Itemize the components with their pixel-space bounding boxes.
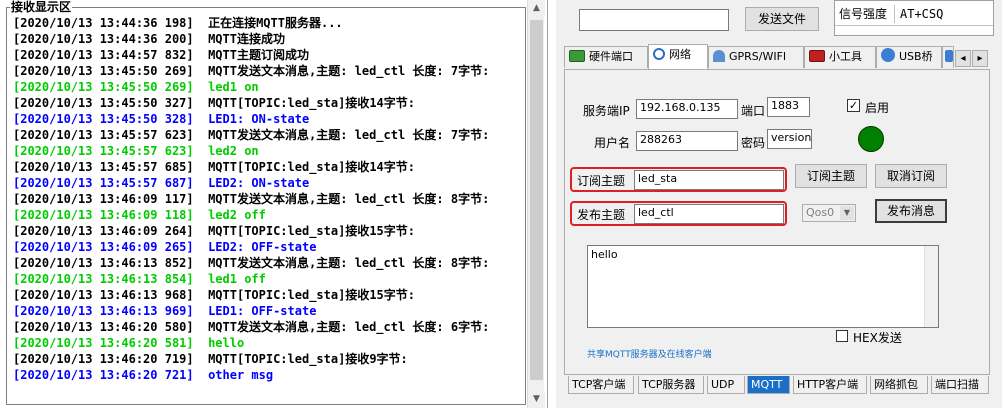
tab-network-label: 网络 [669, 48, 691, 61]
send-file-button[interactable]: 发送文件 [745, 7, 819, 31]
server-ip-label: 服务端IP [583, 104, 630, 118]
log-line: [2020/10/13 13:46:09 265] LED2: OFF-stat… [13, 240, 317, 254]
log-line: [2020/10/13 13:46:20 581] hello [13, 336, 245, 350]
subscribe-button[interactable]: 订阅主题 [795, 164, 867, 188]
log-line: [2020/10/13 13:45:57 623] led2 on [13, 144, 259, 158]
publish-button[interactable]: 发布消息 [875, 199, 947, 223]
subscribe-topic-input[interactable]: led_sta [634, 170, 784, 190]
share-mqtt-link[interactable]: 共享MQTT服务器及在线客户端 [587, 347, 712, 360]
message-text: hello [591, 248, 618, 261]
connection-status-led-icon [858, 126, 884, 152]
log-line: [2020/10/13 13:46:20 580] MQTT发送文本消息,主题:… [13, 320, 490, 334]
receive-area-title: 接收显示区 [10, 0, 73, 14]
message-textarea[interactable]: hello [587, 245, 939, 328]
receive-display-area[interactable]: [2020/10/13 13:44:36 198] 正在连接MQTT服务器...… [6, 7, 526, 405]
signal-strength-label: 信号强度 [837, 5, 895, 23]
tools-toolbox-icon [809, 50, 825, 62]
port-label: 端口 [741, 104, 766, 118]
grid-divider [835, 25, 993, 26]
network-globe-icon [653, 48, 665, 60]
log-line: [2020/10/13 13:45:50 269] MQTT发送文本消息,主题:… [13, 64, 490, 78]
tab-tools[interactable]: 小工具 [804, 46, 876, 68]
message-scrollbar[interactable] [924, 246, 938, 327]
scroll-up-icon[interactable]: ▲ [528, 0, 545, 17]
log-line: [2020/10/13 13:45:57 623] MQTT发送文本消息,主题:… [13, 128, 490, 142]
log-line: [2020/10/13 13:46:20 719] MQTT[TOPIC:led… [13, 352, 408, 366]
log-line: [2020/10/13 13:46:09 118] led2 off [13, 208, 266, 222]
log-line: [2020/10/13 13:46:09 264] MQTT[TOPIC:led… [13, 224, 416, 238]
port-input[interactable]: 1883 [767, 97, 810, 117]
tab-gprs-wifi[interactable]: GPRS/WIFI [708, 46, 804, 68]
hex-send-checkbox[interactable] [836, 330, 848, 342]
tab-scroll-right-button[interactable]: ▸ [972, 50, 988, 67]
log-line: [2020/10/13 13:45:50 269] led1 on [13, 80, 259, 94]
subscribe-topic-label: 订阅主题 [577, 174, 626, 188]
server-ip-input[interactable]: 192.168.0.135 [636, 99, 738, 119]
qos-select[interactable]: Qos0 ▼ [802, 204, 856, 222]
tab-udp[interactable]: UDP [707, 376, 745, 394]
tab-tcp-client[interactable]: TCP客户端 [568, 376, 634, 394]
log-line: [2020/10/13 13:46:20 721] other msg [13, 368, 274, 382]
scrollbar-thumb[interactable] [530, 20, 543, 380]
tab-port-scan[interactable]: 端口扫描 [931, 376, 989, 394]
username-label: 用户名 [594, 136, 631, 150]
receive-panel: [2020/10/13 13:44:36 198] 正在连接MQTT服务器...… [0, 0, 548, 408]
gprs-wifi-icon [713, 50, 725, 62]
tab-usb-bridge[interactable]: USB桥 [876, 46, 942, 68]
tab-hardware-label: 硬件端口 [589, 50, 633, 63]
signal-strength-command[interactable]: AT+CSQ [897, 5, 969, 23]
tab-usb-label: USB桥 [899, 50, 933, 63]
tab-tcp-server[interactable]: TCP服务器 [638, 376, 704, 394]
tab-http-client[interactable]: HTTP客户端 [793, 376, 867, 394]
publish-topic-input[interactable]: led_ctl [634, 204, 784, 224]
log-lines: [2020/10/13 13:44:36 198] 正在连接MQTT服务器...… [13, 15, 489, 383]
log-line: [2020/10/13 13:45:57 685] MQTT[TOPIC:led… [13, 160, 416, 174]
publish-topic-label: 发布主题 [577, 208, 626, 222]
log-line: [2020/10/13 13:44:36 200] MQTT连接成功 [13, 32, 285, 46]
password-input[interactable]: version: [767, 129, 812, 149]
hex-send-label: HEX发送 [853, 331, 902, 345]
right-panel: 发送文件 信号强度 AT+CSQ 硬件端口 网络 GPRS/WIFI 小工具 U… [556, 0, 1002, 408]
send-file-path-input[interactable] [579, 9, 729, 31]
log-line: [2020/10/13 13:46:13 854] led1 off [13, 272, 266, 286]
unsubscribe-button[interactable]: 取消订阅 [875, 164, 947, 188]
usb-bridge-icon [881, 48, 895, 62]
log-line: [2020/10/13 13:46:13 969] LED1: OFF-stat… [13, 304, 317, 318]
enable-label: 启用 [865, 101, 890, 115]
chevron-down-icon[interactable]: ▼ [840, 206, 854, 220]
signal-strength-panel: 信号强度 AT+CSQ [834, 0, 994, 36]
log-line: [2020/10/13 13:45:57 687] LED2: ON-state [13, 176, 310, 190]
qos-select-value: Qos0 [806, 206, 835, 219]
tab-scroll-left-button[interactable]: ◂ [955, 50, 971, 67]
log-line: [2020/10/13 13:44:36 198] 正在连接MQTT服务器... [13, 16, 343, 30]
hardware-port-icon [569, 50, 585, 62]
enable-checkbox[interactable]: ✓ [847, 99, 860, 112]
scroll-down-icon[interactable]: ▼ [528, 391, 545, 408]
log-line: [2020/10/13 13:45:50 327] MQTT[TOPIC:led… [13, 96, 416, 110]
tab-gprs-label: GPRS/WIFI [729, 50, 787, 63]
tab-tools-label: 小工具 [829, 50, 862, 63]
tab-network-capture[interactable]: 网络抓包 [870, 376, 928, 394]
tab-hardware-port[interactable]: 硬件端口 [564, 46, 648, 68]
partial-tab-icon [945, 50, 953, 62]
tab-partial[interactable] [942, 46, 954, 68]
log-line: [2020/10/13 13:46:09 117] MQTT发送文本消息,主题:… [13, 192, 490, 206]
log-line: [2020/10/13 13:46:13 852] MQTT发送文本消息,主题:… [13, 256, 490, 270]
tab-network[interactable]: 网络 [648, 44, 708, 70]
password-label: 密码 [741, 136, 766, 150]
username-input[interactable]: 288263 [636, 131, 738, 151]
log-line: [2020/10/13 13:46:13 968] MQTT[TOPIC:led… [13, 288, 416, 302]
receive-scrollbar[interactable]: ▲ ▼ [527, 0, 545, 408]
log-line: [2020/10/13 13:45:50 328] LED1: ON-state [13, 112, 310, 126]
tab-mqtt[interactable]: MQTT [747, 376, 790, 394]
log-line: [2020/10/13 13:44:57 832] MQTT主题订阅成功 [13, 48, 309, 62]
